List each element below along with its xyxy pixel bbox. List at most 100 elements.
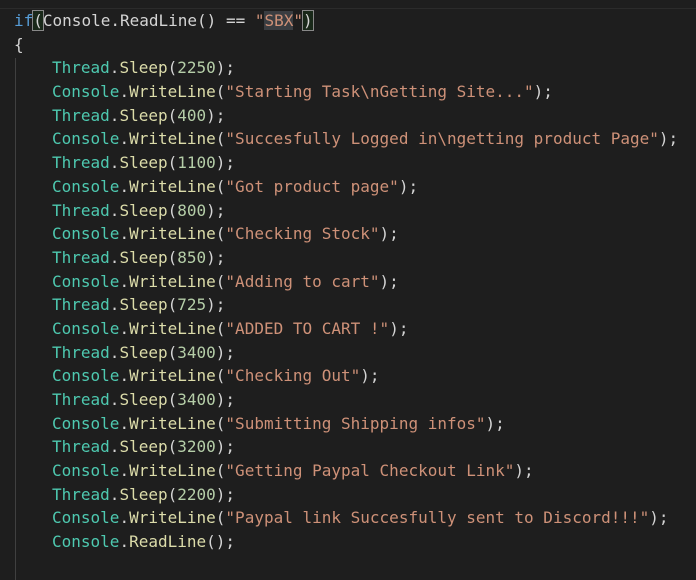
statement-class: Console	[52, 461, 120, 481]
code-line-statement[interactable]: Console.WriteLine("Succesfully Logged in…	[14, 127, 678, 151]
statement-open-paren: (	[215, 224, 226, 244]
statement-open-paren: (	[215, 461, 226, 481]
statement-close: );	[215, 390, 236, 409]
statement-dot: .	[119, 366, 130, 386]
statement-dot: .	[119, 413, 130, 433]
code-line-statement[interactable]: Thread.Sleep(3200);	[14, 435, 678, 459]
if-dot: .	[110, 11, 120, 30]
code-line-statement[interactable]: Thread.Sleep(1100);	[14, 151, 678, 175]
code-line-statement[interactable]: Console.ReadLine();	[14, 530, 678, 554]
code-line-statement[interactable]: Thread.Sleep(2200);	[14, 483, 678, 507]
statement-close: );	[533, 82, 553, 102]
statement-close: );	[206, 105, 226, 125]
code-line-statement[interactable]: Console.WriteLine("ADDED TO CART !");	[14, 317, 678, 341]
statement-class: Thread	[52, 437, 110, 457]
statement-dot: .	[109, 484, 120, 504]
code-line-statement[interactable]: Console.WriteLine("Paypal link Succesful…	[14, 506, 678, 530]
statement-close: );	[649, 508, 669, 528]
statement-close: );	[206, 247, 226, 267]
statement-argument: "Starting Task\nGetting Site..."	[225, 82, 534, 102]
code-line-statement[interactable]: Console.WriteLine("Getting Paypal Checko…	[14, 459, 678, 483]
code-line-statement[interactable]: Console.WriteLine("Adding to cart");	[14, 270, 678, 294]
statement-method: WriteLine	[129, 176, 216, 196]
keyword-if: if	[14, 11, 34, 30]
statement-class: Console	[52, 82, 120, 102]
statement-close: );	[215, 532, 236, 552]
statement-dot: .	[119, 508, 130, 528]
statement-class: Console	[52, 413, 120, 433]
statement-dot: .	[119, 224, 130, 244]
statement-argument: "ADDED TO CART !"	[225, 318, 390, 338]
if-class: Console	[42, 11, 111, 30]
statement-method: Sleep	[119, 484, 168, 504]
if-call-parens: ()	[197, 11, 217, 30]
statement-open-paren: (	[167, 105, 178, 125]
statement-close: );	[658, 129, 679, 149]
statement-method: WriteLine	[129, 271, 216, 291]
code-line-open-brace[interactable]: {	[14, 33, 678, 57]
statement-method: Sleep	[119, 247, 168, 267]
statement-method: WriteLine	[129, 508, 216, 528]
code-line-statement[interactable]: Console.WriteLine("Submitting Shipping i…	[14, 412, 678, 436]
statement-dot: .	[119, 461, 130, 481]
statement-argument: 3400	[177, 342, 216, 362]
statement-open-paren: (	[167, 390, 178, 409]
statement-open-paren: (	[215, 318, 226, 338]
statement-open-paren: (	[215, 82, 226, 102]
statement-dot: .	[119, 129, 130, 149]
statement-class: Console	[52, 176, 120, 196]
statement-dot: .	[109, 342, 120, 362]
statement-open-paren: (	[167, 295, 178, 315]
code-line-statement[interactable]: Console.WriteLine("Checking Out");	[14, 364, 678, 388]
statement-argument: 800	[177, 200, 207, 220]
code-line-statement[interactable]: Thread.Sleep(800);	[14, 199, 678, 223]
code-line-statement[interactable]: Thread.Sleep(3400);	[14, 341, 678, 365]
code-line-statement[interactable]: Thread.Sleep(2250);	[14, 56, 678, 80]
code-line-statement[interactable]: Thread.Sleep(400);	[14, 104, 678, 128]
statement-close: );	[215, 342, 236, 362]
editor-top-strip	[0, 0, 696, 9]
statement-class: Console	[52, 129, 120, 149]
statement-dot: .	[119, 82, 130, 102]
code-line-statement[interactable]: Console.WriteLine("Starting Task\nGettin…	[14, 80, 678, 104]
statement-close: );	[206, 295, 226, 315]
statement-argument: 1100	[177, 153, 216, 173]
code-line-if[interactable]: if(Console.ReadLine() == "SBX")	[14, 9, 678, 33]
if-string-selected: SBX	[264, 11, 294, 30]
statement-open-paren: (	[215, 271, 226, 291]
statement-argument: 3400	[177, 390, 216, 409]
statement-argument: 3200	[177, 437, 216, 457]
code-line-statement[interactable]: Console.WriteLine("Got product page");	[14, 175, 678, 199]
if-method: ReadLine	[119, 11, 198, 30]
statement-dot: .	[109, 200, 120, 220]
statement-class: Thread	[52, 484, 110, 504]
statement-method: Sleep	[119, 200, 168, 220]
statement-close: );	[215, 58, 236, 78]
statement-method: Sleep	[119, 390, 168, 409]
statement-method: WriteLine	[129, 461, 216, 481]
statement-method: ReadLine	[129, 532, 207, 552]
code-line-statement[interactable]: Thread.Sleep(725);	[14, 293, 678, 317]
statement-class: Thread	[52, 247, 110, 267]
matched-open-paren: (	[32, 10, 44, 31]
statement-method: WriteLine	[129, 129, 216, 149]
code-line-statement[interactable]: Thread.Sleep(850);	[14, 246, 678, 270]
statement-argument: 725	[177, 295, 207, 315]
matched-close-paren: )	[302, 10, 314, 31]
statement-method: Sleep	[119, 58, 168, 78]
statement-class: Console	[52, 532, 120, 552]
statement-dot: .	[109, 58, 120, 78]
if-quote-close: "	[293, 11, 304, 30]
statement-dot: .	[119, 532, 130, 552]
statement-class: Console	[52, 271, 120, 291]
code-editor[interactable]: if(Console.ReadLine() == "SBX") { Thread…	[0, 9, 696, 580]
statement-class: Console	[52, 366, 120, 386]
statement-dot: .	[119, 271, 130, 291]
statement-open-paren: (	[215, 508, 226, 528]
statement-dot: .	[109, 153, 120, 173]
code-line-statement[interactable]: Console.WriteLine("Checking Stock");	[14, 222, 678, 246]
code-line-statement[interactable]: Thread.Sleep(3400);	[14, 388, 678, 412]
statement-method: WriteLine	[129, 224, 216, 244]
open-brace: {	[14, 34, 24, 54]
code-lines: if(Console.ReadLine() == "SBX") { Thread…	[14, 9, 678, 554]
